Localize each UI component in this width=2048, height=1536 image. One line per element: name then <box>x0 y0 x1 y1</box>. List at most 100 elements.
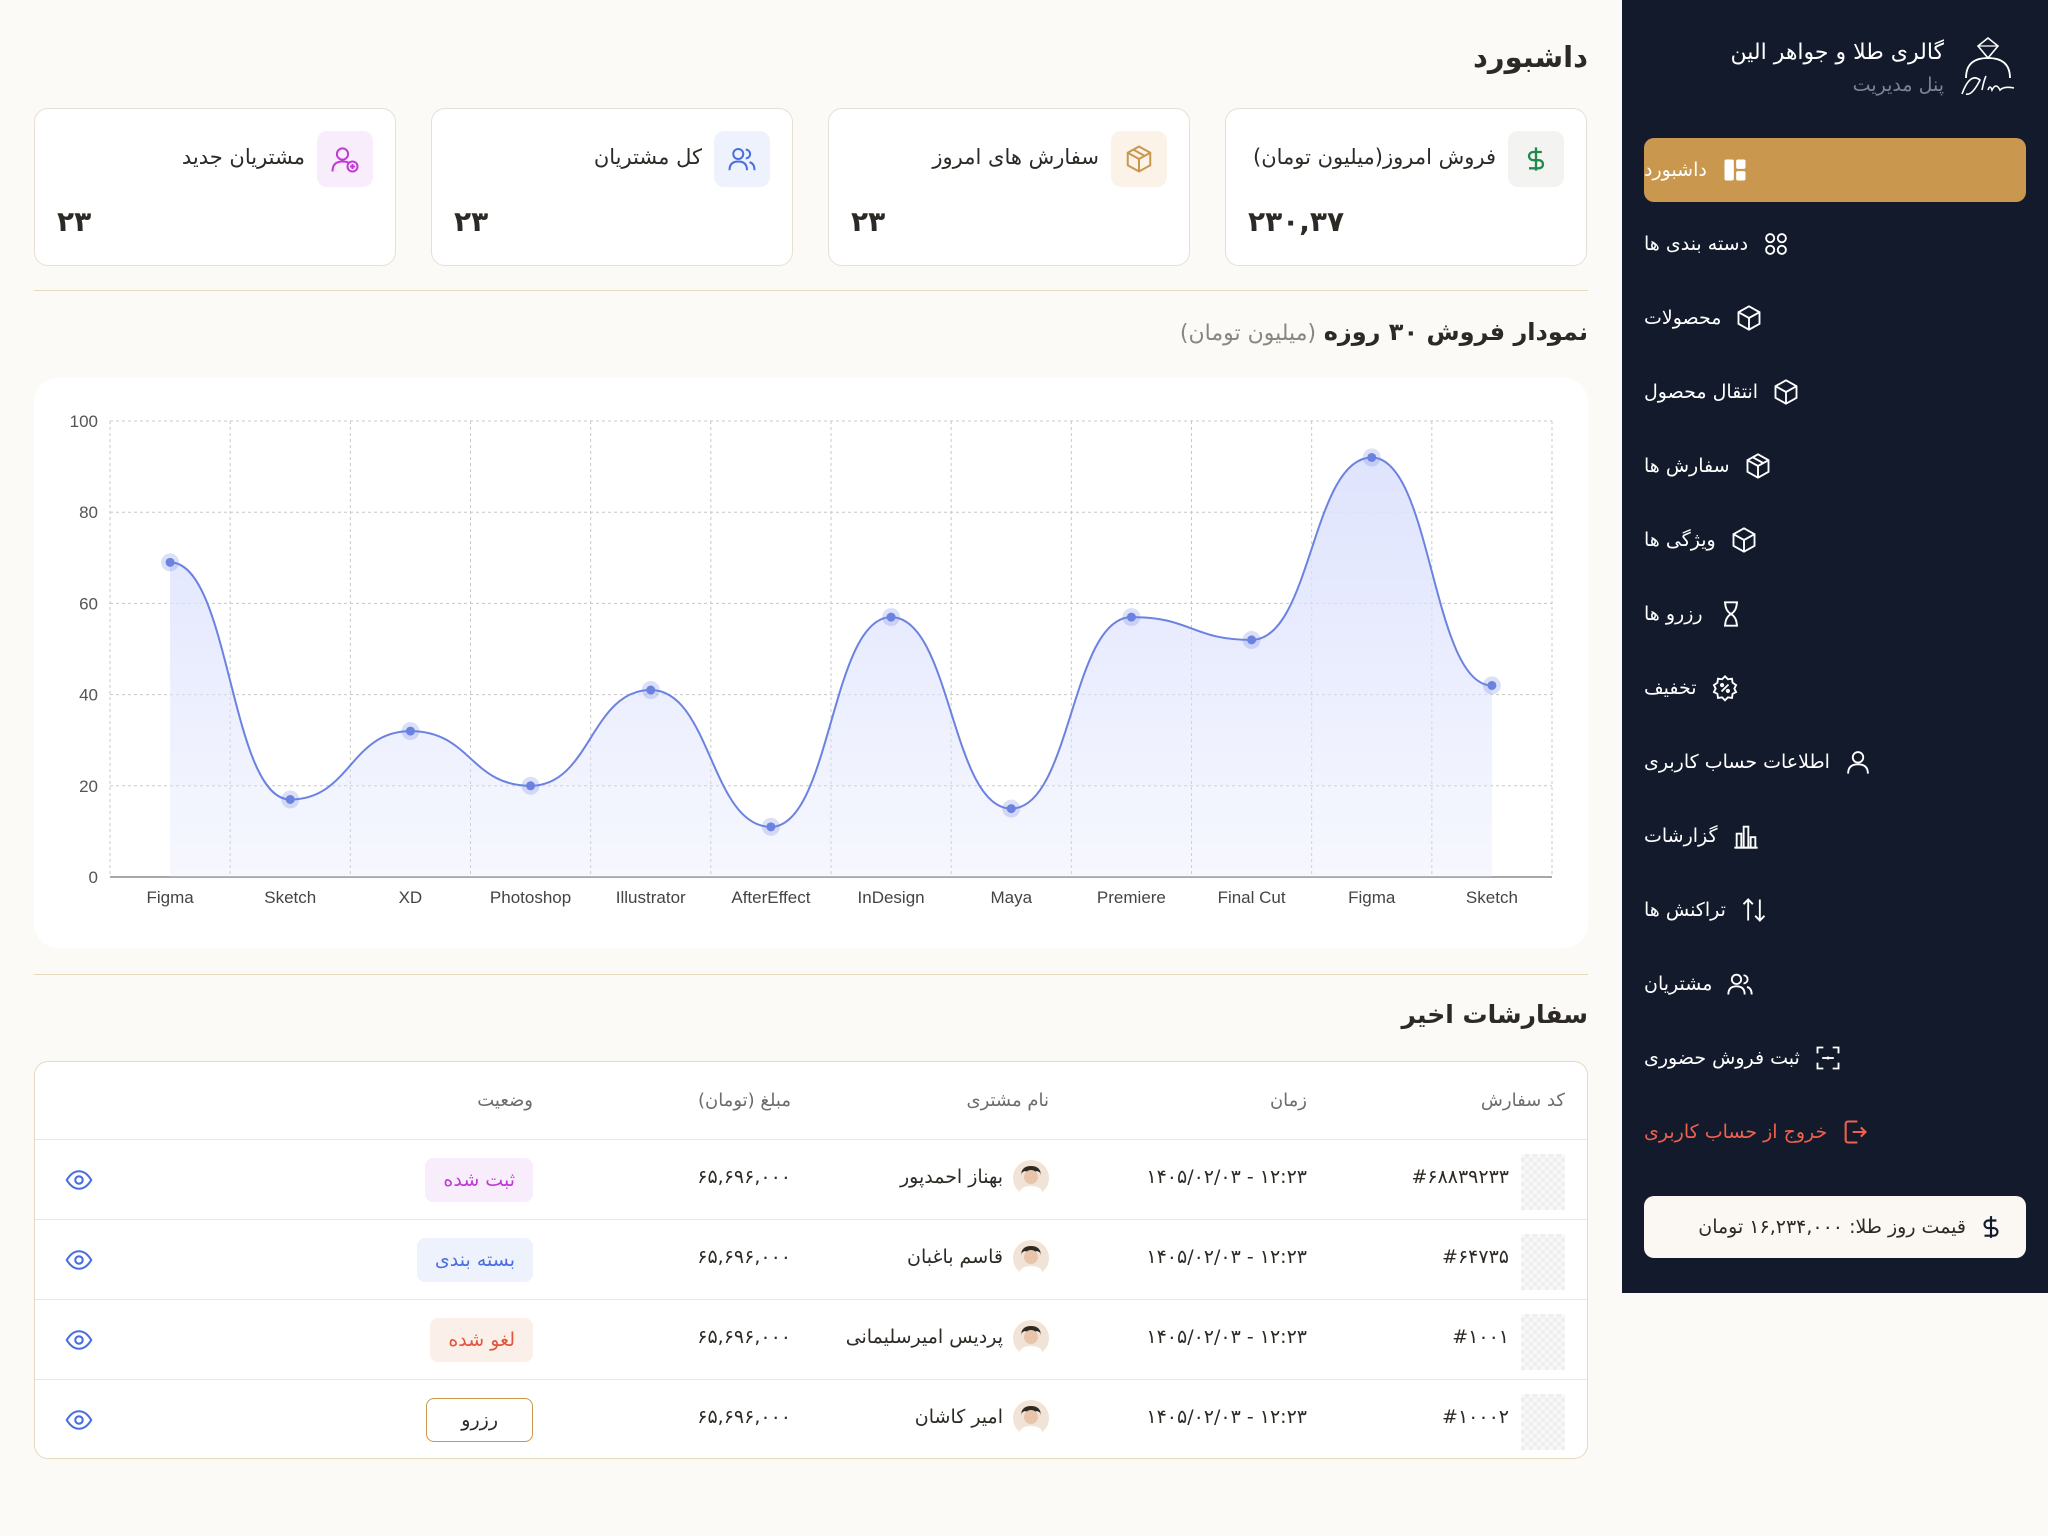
x-tick-label: Sketch <box>264 888 316 907</box>
chart-title-unit: (میلیون تومان) <box>1179 321 1317 346</box>
avatar-icon <box>1013 1160 1049 1196</box>
data-point <box>165 557 175 567</box>
stat-icon-box <box>317 131 373 187</box>
column-header-code: کد سفارش <box>1480 1090 1565 1111</box>
y-tick-label: 0 <box>89 868 98 887</box>
sidebar-item-logout[interactable]: خروج از حساب کاربری <box>1644 1100 2026 1164</box>
stat-card-total-customers: کل مشتریان ۲۳ <box>431 108 793 266</box>
sidebar-item-label: مشتریان <box>1644 973 1713 995</box>
x-tick-label: Maya <box>990 888 1032 907</box>
sidebar-item-dashboard[interactable]: داشبورد <box>1644 138 2026 202</box>
sidebar-item-account[interactable]: اطلاعات حساب کاربری <box>1644 730 2026 794</box>
sidebar-item-discount[interactable]: تخفیف <box>1644 656 2026 720</box>
sidebar-item-label: محصولات <box>1644 307 1722 329</box>
sales-chart-svg: 0 20 40 60 80 100 Figma Sketch XD Photoshop Illust… <box>70 412 1553 907</box>
gold-price-widget: قیمت روز طلا: ۱۶,۲۳۴,۰۰۰ تومان <box>1644 1196 2026 1258</box>
sidebar-item-label: ثبت فروش حضوری <box>1644 1047 1800 1069</box>
eye-icon[interactable] <box>65 1406 93 1434</box>
eye-icon[interactable] <box>65 1246 93 1274</box>
x-tick-label: InDesign <box>858 888 925 907</box>
users-icon <box>1727 973 1753 995</box>
y-tick-label: 80 <box>79 503 98 522</box>
box-icon <box>1774 379 1798 405</box>
sidebar-item-orders[interactable]: سفارش ها <box>1644 434 2026 498</box>
x-tick-label: Final Cut <box>1218 888 1286 907</box>
order-amount: ۶۵,۶۹۶,۰۰۰ <box>697 1246 791 1268</box>
package-icon <box>1126 145 1152 173</box>
avatar-icon <box>1013 1320 1049 1356</box>
hourglass-icon <box>1723 601 1738 627</box>
sidebar-item-product-transfer[interactable]: انتقال محصول <box>1644 360 2026 424</box>
chart-title: نمودار فروش ۳۰ روزه (میلیون تومان) <box>1180 318 1588 346</box>
stat-cards: فروش امروز(میلیون تومان) ۲۳۰,۳۷ سفارش ها… <box>34 108 1588 268</box>
sidebar-item-categories[interactable]: دسته بندی ها <box>1644 212 2026 276</box>
sidebar-item-attributes[interactable]: ویژگی ها <box>1644 508 2026 572</box>
x-tick-label: Figma <box>1348 888 1396 907</box>
stat-value: ۲۳۰,۳۷ <box>1248 205 1345 238</box>
data-point <box>1367 452 1377 462</box>
sidebar-item-customers[interactable]: مشتریان <box>1644 952 2026 1016</box>
status-badge: رزرو <box>426 1398 533 1442</box>
avatar-icon <box>1013 1400 1049 1436</box>
sidebar-item-in-store-sale[interactable]: ثبت فروش حضوری <box>1644 1026 2026 1090</box>
transactions-icon <box>1742 898 1766 922</box>
order-amount: ۶۵,۶۹۶,۰۰۰ <box>697 1166 791 1188</box>
data-point <box>1247 635 1257 645</box>
status-badge: لغو شده <box>430 1318 533 1362</box>
column-header-status: وضعیت <box>477 1090 533 1111</box>
column-header-customer: نام مشتری <box>966 1090 1049 1111</box>
product-thumbnail <box>1521 1394 1565 1450</box>
scan-icon <box>1816 1046 1840 1070</box>
avatar <box>1013 1160 1049 1196</box>
sidebar-item-label: رزرو ها <box>1644 603 1703 625</box>
customer-name: پردیس امیرسلیمانی <box>845 1326 1003 1348</box>
data-point <box>766 822 776 832</box>
y-tick-label: 40 <box>79 686 98 705</box>
x-tick-label: Premiere <box>1097 888 1166 907</box>
order-code: #۶۸۸۳۹۲۳۳ <box>1411 1166 1509 1188</box>
sidebar-item-label: تراکنش ها <box>1644 899 1726 921</box>
report-icon <box>1733 825 1758 849</box>
avatar <box>1013 1240 1049 1276</box>
sidebar-item-label: داشبورد <box>1644 159 1707 181</box>
recent-orders-title: سفارشات اخیر <box>1401 1000 1589 1029</box>
eye-icon[interactable] <box>65 1166 93 1194</box>
user-add-icon <box>331 147 359 173</box>
dollar-icon <box>1983 1216 1999 1238</box>
table-row: #۱۰۰۱ ۱۲:۲۳ - ۱۴۰۵/۰۲/۰۳ پردیس امیرسلیما… <box>35 1300 1587 1380</box>
sidebar-item-reservations[interactable]: رزرو ها <box>1644 582 2026 646</box>
stat-title: سفارش های امروز <box>932 145 1099 169</box>
order-amount: ۶۵,۶۹۶,۰۰۰ <box>697 1406 791 1428</box>
table-row: #۱۰۰۰۲ ۱۲:۲۳ - ۱۴۰۵/۰۲/۰۳ امیر کاشان ۶۵,… <box>35 1380 1587 1458</box>
stat-title: فروش امروز(میلیون تومان) <box>1253 145 1496 169</box>
stat-card-new-customers: مشتریان جدید ۲۳ <box>34 108 396 266</box>
column-header-amount: مبلغ (تومان) <box>697 1090 791 1111</box>
customer-name: قاسم باغبان <box>907 1246 1003 1268</box>
sidebar-item-products[interactable]: محصولات <box>1644 286 2026 350</box>
sidebar-item-reports[interactable]: گزارشات <box>1644 804 2026 868</box>
x-tick-label: Photoshop <box>490 888 571 907</box>
sidebar-item-label: تخفیف <box>1644 677 1697 699</box>
product-thumbnail <box>1521 1154 1565 1210</box>
customer-name: امیر کاشان <box>914 1406 1003 1428</box>
sidebar-nav: داشبورد دسته بندی ها محصولات انتقال محصو… <box>1644 138 2026 1174</box>
stat-icon-box <box>1508 131 1564 187</box>
divider <box>34 290 1588 291</box>
data-point <box>646 685 656 695</box>
brand: گالری طلا و جواهر الین پنل مدیریت <box>1644 30 2024 110</box>
package-icon <box>1746 453 1769 479</box>
sidebar-item-transactions[interactable]: تراکنش ها <box>1644 878 2026 942</box>
dollar-icon <box>1527 147 1545 171</box>
recent-orders-table: کد سفارش زمان نام مشتری مبلغ (تومان) وضع… <box>34 1061 1588 1459</box>
page-title: داشبورد <box>1473 40 1588 74</box>
order-code: #۱۰۰۰۲ <box>1442 1406 1509 1428</box>
ring-logo-icon <box>1961 36 2015 96</box>
x-tick-label: XD <box>399 888 423 907</box>
order-time: ۱۲:۲۳ - ۱۴۰۵/۰۲/۰۳ <box>1146 1166 1307 1188</box>
stat-card-today-orders: سفارش های امروز ۲۳ <box>828 108 1190 266</box>
stat-value: ۲۳ <box>57 205 92 238</box>
sidebar-item-label: سفارش ها <box>1644 455 1730 477</box>
avatar-icon <box>1013 1240 1049 1276</box>
eye-icon[interactable] <box>65 1326 93 1354</box>
data-point <box>1006 804 1016 814</box>
